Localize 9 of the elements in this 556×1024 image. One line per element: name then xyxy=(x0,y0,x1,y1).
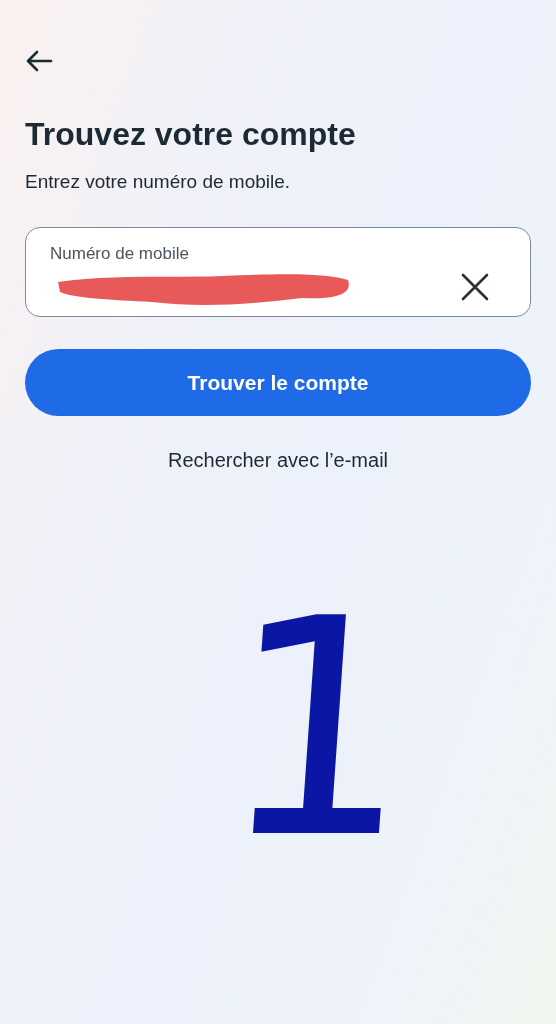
clear-icon[interactable] xyxy=(460,272,490,302)
field-label: Numéro de mobile xyxy=(50,244,189,265)
back-arrow-icon[interactable] xyxy=(25,48,53,74)
page-title: Trouvez votre compte xyxy=(25,116,357,153)
find-account-button[interactable]: Trouver le compte xyxy=(25,349,531,416)
handwritten-annotation: 1 xyxy=(212,580,424,880)
instruction-text: Entrez votre numéro de mobile. xyxy=(25,171,292,193)
mobile-number-field[interactable]: Numéro de mobile xyxy=(25,227,531,317)
email-search-link[interactable]: Rechercher avec l’e-mail xyxy=(167,449,389,472)
